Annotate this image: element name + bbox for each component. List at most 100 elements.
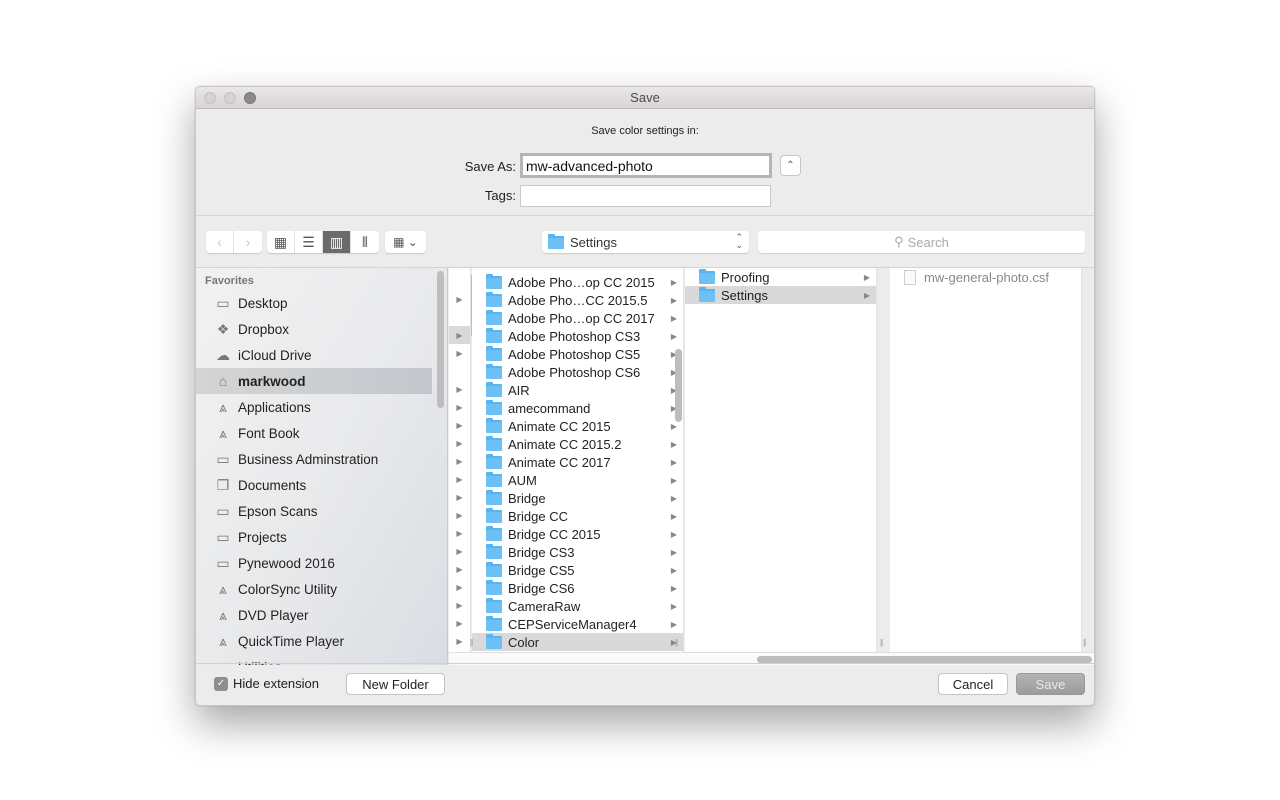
back-button[interactable]: ‹ — [206, 231, 234, 253]
folder-icon — [486, 435, 502, 451]
disclosure-arrow-icon: ▶ — [456, 330, 463, 340]
column-2-folder-row[interactable]: Animate CC 2017 ▶ — [472, 453, 683, 471]
column-1-row[interactable] — [449, 272, 470, 290]
sidebar-item[interactable]: ⩓ QuickTime Player — [196, 628, 447, 654]
column-view-button[interactable]: ▥ — [323, 231, 351, 253]
column-2-folder-row[interactable]: Color ▶ — [472, 633, 683, 651]
column-1-row[interactable]: ▶ — [449, 290, 470, 308]
sidebar-item[interactable]: ▭ Epson Scans — [196, 498, 447, 524]
forward-button[interactable]: › — [234, 231, 262, 253]
column-2-folder-row[interactable]: Animate CC 2015.2 ▶ — [472, 435, 683, 453]
folder-icon — [486, 453, 502, 469]
search-field[interactable]: ⚲ Search — [758, 231, 1085, 253]
column-1-row[interactable]: ▶ — [449, 542, 470, 560]
sidebar-item[interactable]: ⩓ DVD Player — [196, 602, 447, 628]
close-button[interactable] — [204, 92, 216, 104]
horizontal-scroll-thumb[interactable] — [757, 656, 1092, 663]
sidebar-item[interactable]: ▭ Projects — [196, 524, 447, 550]
column-1-row[interactable]: ▶ — [449, 578, 470, 596]
save-prompt: Save color settings in: — [591, 125, 699, 137]
zoom-button[interactable] — [244, 92, 256, 104]
column-2-folder-row[interactable]: Adobe Photoshop CS3 ▶ — [472, 327, 683, 345]
column-1-row[interactable]: ▶ — [449, 506, 470, 524]
disclosure-arrow-icon: ▶ — [456, 492, 463, 502]
column-2-folder-row[interactable]: Bridge ▶ — [472, 489, 683, 507]
sidebar-item[interactable]: ❖ Dropbox — [196, 316, 447, 342]
column-1-row[interactable]: ▶ — [449, 380, 470, 398]
column-2-folder-row[interactable]: Animate CC 2015 ▶ — [472, 417, 683, 435]
column-1-row[interactable]: ▶ — [449, 452, 470, 470]
column-1-row[interactable]: ▶ — [449, 614, 470, 632]
column-1-row[interactable]: ▶ — [449, 524, 470, 542]
sidebar-scrollbar[interactable] — [437, 271, 444, 408]
expand-collapse-button[interactable]: ⌃ — [780, 155, 801, 176]
column-2-scrollbar[interactable] — [675, 349, 682, 422]
column-2-folder-row[interactable]: CameraRaw ▶ — [472, 597, 683, 615]
cancel-button[interactable]: Cancel — [938, 673, 1008, 695]
column-3-folder-row[interactable]: Settings ▶ — [685, 286, 876, 304]
folder-icon — [699, 286, 715, 302]
column-2-folder-row[interactable]: amecommand ▶ — [472, 399, 683, 417]
column-2-folder-row[interactable]: Adobe Pho…op CC 2017 ▶ — [472, 309, 683, 327]
sidebar-item[interactable]: ▭ Business Adminstration — [196, 446, 447, 472]
applications-icon: ⩓ — [219, 632, 227, 649]
column-1-list: ▶▶▶▶▶▶▶▶▶▶▶▶▶▶▶▶▶▶▶ — [449, 272, 470, 652]
sidebar-item[interactable]: ⩓ Applications — [196, 394, 447, 420]
column-1-row[interactable] — [449, 308, 470, 326]
column-1-row[interactable] — [449, 362, 470, 380]
column-1-row[interactable]: ▶ — [449, 632, 470, 650]
column-1-row[interactable]: ▶ — [449, 560, 470, 578]
column-2-folder-row[interactable]: Bridge CS6 ▶ — [472, 579, 683, 597]
sidebar-item[interactable]: ▭ Pynewood 2016 — [196, 550, 447, 576]
column-2-folder-row[interactable]: AUM ▶ — [472, 471, 683, 489]
coverflow-view-button[interactable]: ⫴ — [351, 231, 379, 253]
location-popup[interactable]: Settings ⌃ ⌄ — [542, 231, 749, 253]
column-2-folder-row[interactable]: Bridge CC 2015 ▶ — [472, 525, 683, 543]
file-row[interactable]: mw-general-photo.csf — [890, 268, 1081, 286]
disclosure-arrow-icon: ▶ — [670, 619, 677, 629]
icon-view-button[interactable]: ▦ — [267, 231, 295, 253]
column-2-folder-row[interactable]: Adobe Photoshop CS6 ▶ — [472, 363, 683, 381]
nav-buttons: ‹ › — [206, 231, 262, 253]
save-button[interactable]: Save — [1016, 673, 1085, 695]
sidebar-item[interactable]: ⌂ markwood — [196, 368, 432, 394]
column-2-folder-row[interactable]: Bridge CC ▶ — [472, 507, 683, 525]
chevron-up-icon: ⌃ — [786, 160, 795, 171]
list-view-button[interactable]: ☰ — [295, 231, 323, 253]
folder-name: AIR — [508, 382, 530, 398]
minimize-button[interactable] — [224, 92, 236, 104]
save-header: Save color settings in: Save As: ⌃ Tags: — [196, 109, 1094, 216]
sidebar-item[interactable]: ▭ Desktop — [196, 290, 447, 316]
column-1-row[interactable]: ▶ — [449, 326, 470, 344]
column-1-row[interactable]: ▶ — [449, 488, 470, 506]
column-1-row[interactable]: ▶ — [449, 398, 470, 416]
folder-name: CameraRaw — [508, 598, 581, 614]
column-2-folder-row[interactable]: AIR ▶ — [472, 381, 683, 399]
column-2-folder-row[interactable]: Bridge CS3 ▶ — [472, 543, 683, 561]
new-folder-button[interactable]: New Folder — [346, 673, 445, 695]
save-as-input[interactable] — [520, 153, 772, 178]
sidebar-item[interactable]: ❐ Documents — [196, 472, 447, 498]
arrange-button[interactable]: ▦ ⌄ — [385, 231, 426, 253]
column-1-row[interactable]: ▶ — [449, 416, 470, 434]
column-2-folder-row[interactable]: CEPServiceManager4 ▶ — [472, 615, 683, 633]
disclosure-arrow-icon: ▶ — [670, 511, 677, 521]
sidebar-item[interactable]: ⩓ Font Book — [196, 420, 447, 446]
hide-extension-checkbox[interactable]: ✓ — [214, 677, 228, 691]
sidebar-item-label: Documents — [238, 477, 307, 493]
folder-name: Adobe Pho…CC 2015.5 — [508, 292, 648, 308]
sidebar-item[interactable]: ☁ iCloud Drive — [196, 342, 447, 368]
column-2-folder-row[interactable]: Adobe Photoshop CS5 ▶ — [472, 345, 683, 363]
column-1-row[interactable]: ▶ — [449, 596, 470, 614]
column-1-row[interactable]: ▶ — [449, 470, 470, 488]
tags-input[interactable] — [520, 185, 771, 207]
column-1-row[interactable]: ▶ — [449, 344, 470, 362]
sidebar-item[interactable]: ⩓ ColorSync Utility — [196, 576, 447, 602]
folder-icon — [486, 381, 502, 397]
column-2-folder-row[interactable]: Bridge CS5 ▶ — [472, 561, 683, 579]
column-3-folder-row[interactable]: Proofing ▶ — [685, 268, 876, 286]
column-2-folder-row[interactable]: Adobe Pho…op CC 2015 ▶ — [472, 273, 683, 291]
column-1-row[interactable]: ▶ — [449, 434, 470, 452]
folder-icon — [486, 273, 502, 289]
column-2-folder-row[interactable]: Adobe Pho…CC 2015.5 ▶ — [472, 291, 683, 309]
